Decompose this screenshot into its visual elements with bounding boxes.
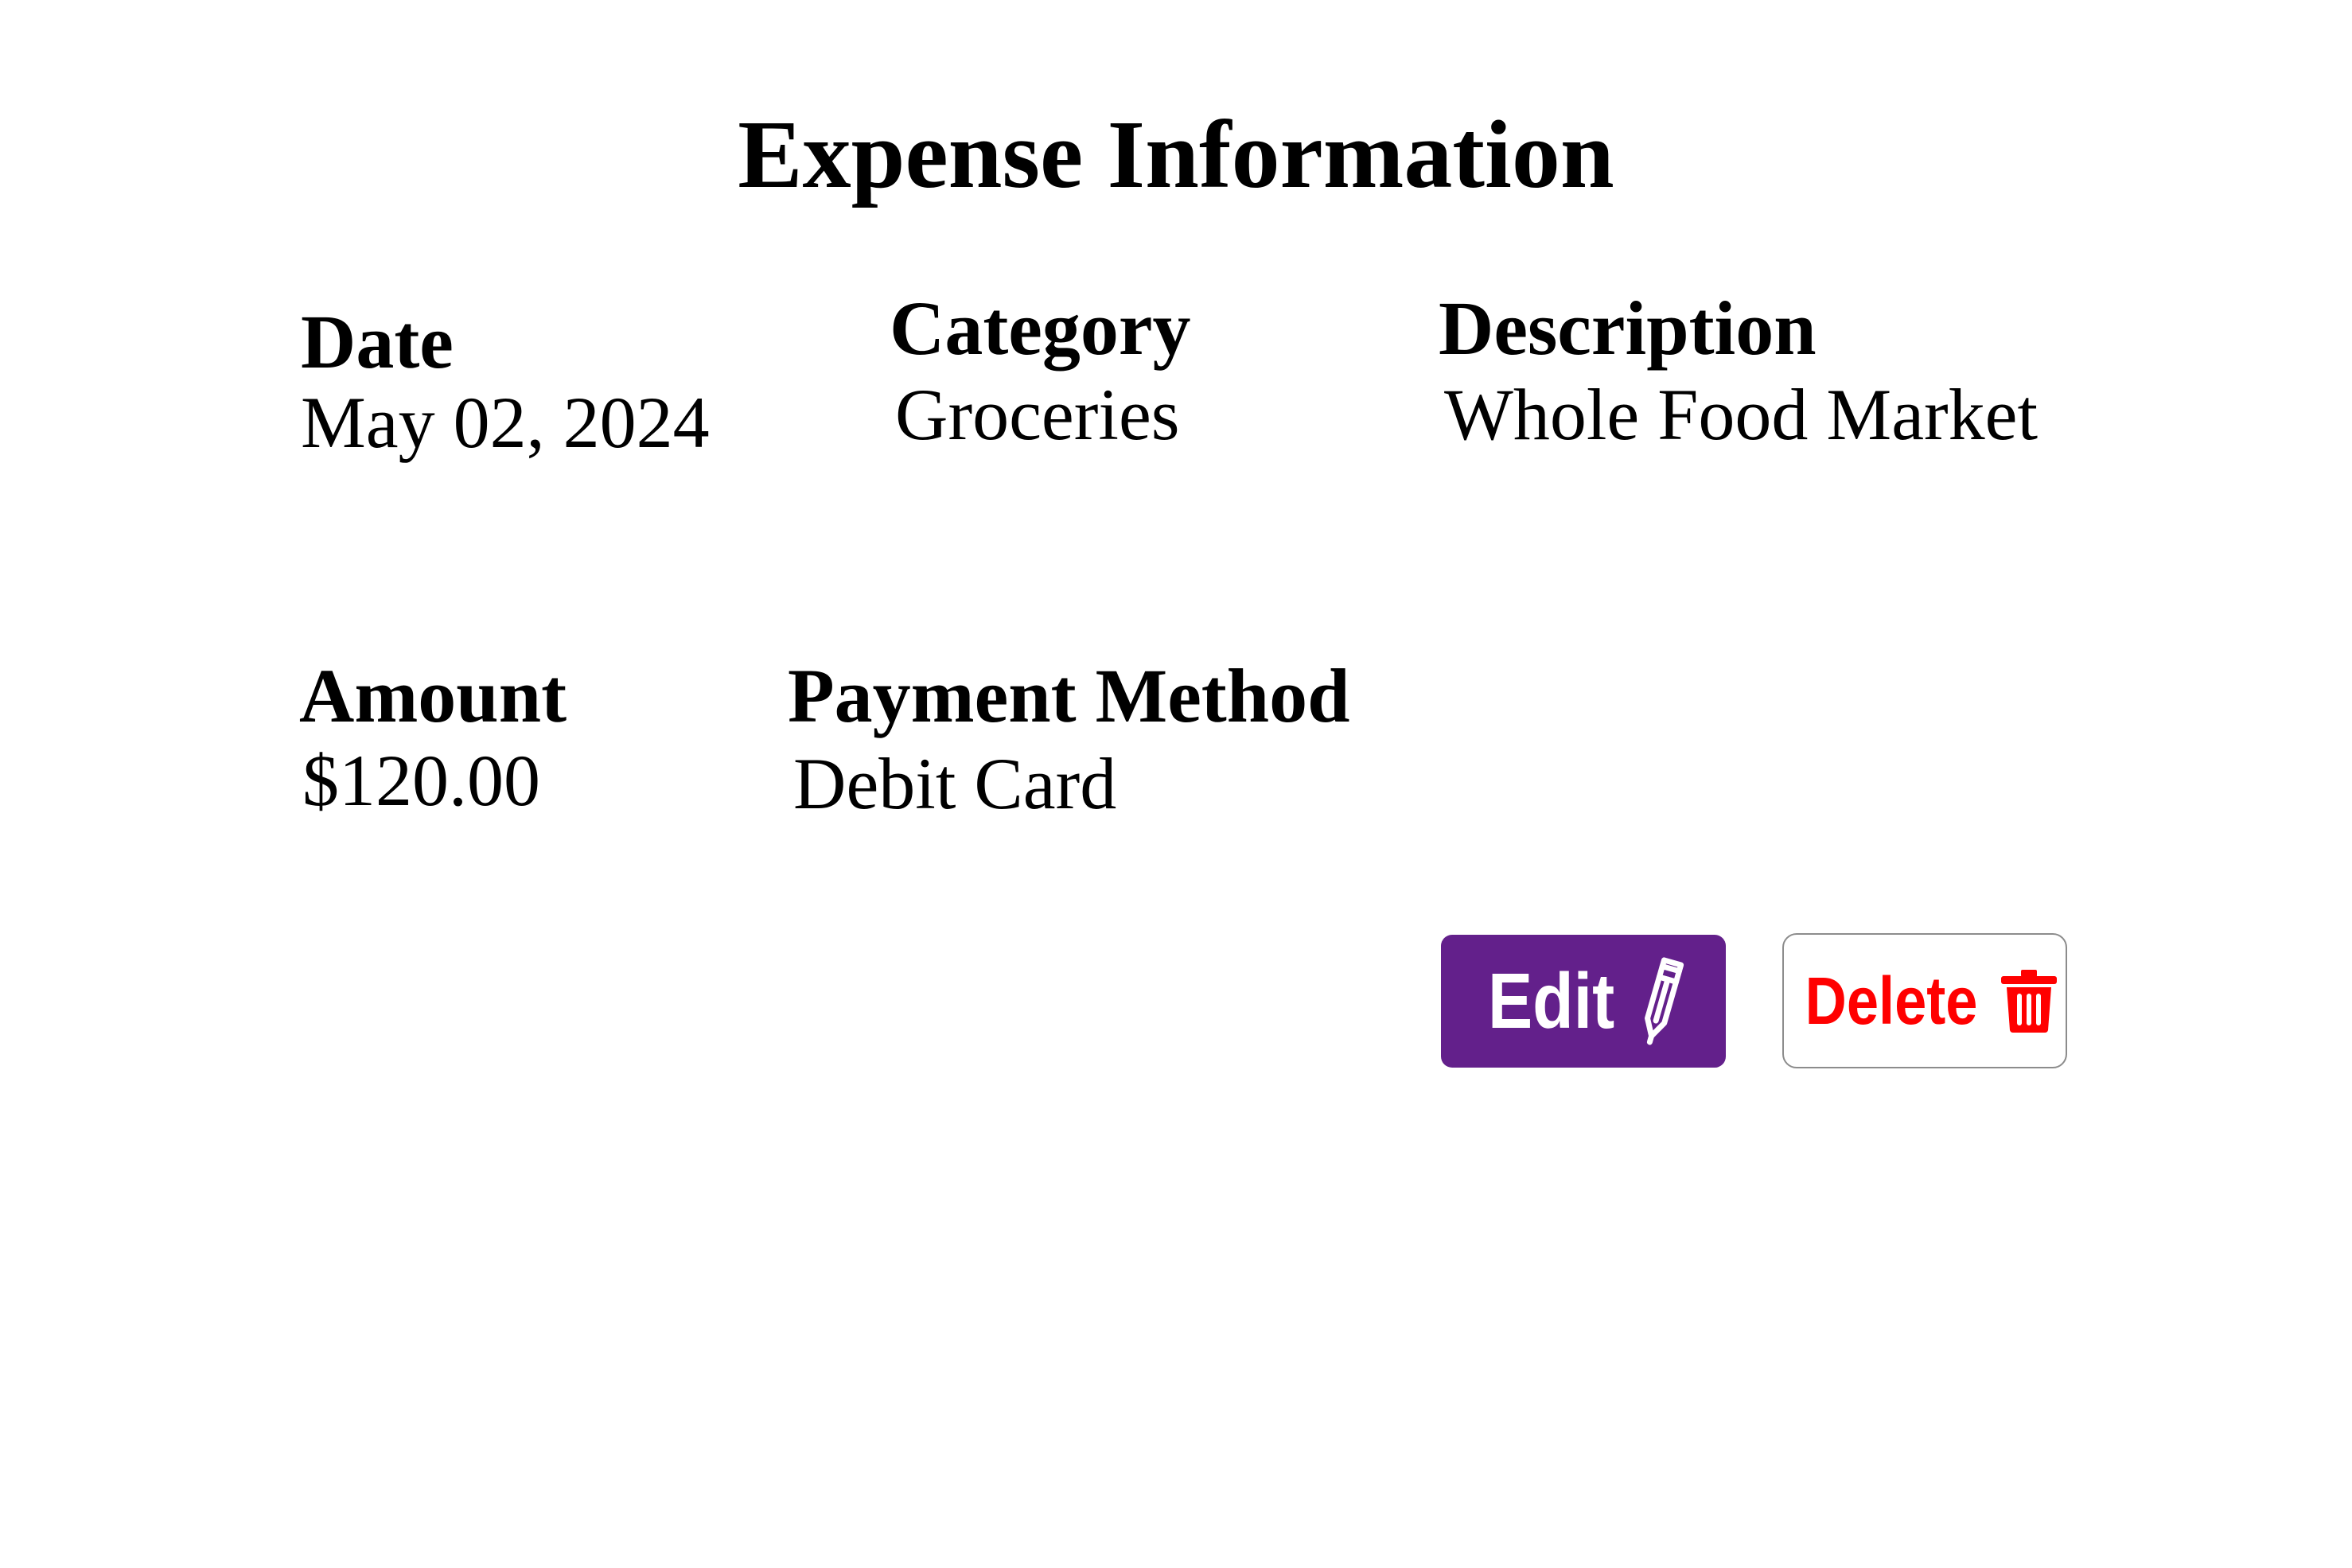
amount-label: Amount bbox=[299, 653, 567, 738]
edit-button[interactable]: Edit bbox=[1441, 935, 1726, 1068]
payment-method-value: Debit Card bbox=[793, 743, 1117, 824]
trash-icon bbox=[2000, 968, 2058, 1033]
delete-button-label: Delete bbox=[1805, 963, 1978, 1038]
description-value: Whole Food Market bbox=[1444, 374, 2039, 455]
delete-button[interactable]: Delete bbox=[1782, 933, 2067, 1068]
page-title: Expense Information bbox=[738, 101, 1614, 208]
date-label: Date bbox=[301, 299, 454, 384]
date-value: May 02, 2024 bbox=[301, 382, 710, 463]
pencil-icon bbox=[1634, 955, 1689, 1049]
description-label: Description bbox=[1439, 286, 1817, 371]
category-label: Category bbox=[890, 286, 1191, 371]
edit-button-label: Edit bbox=[1488, 957, 1615, 1045]
amount-value: $120.00 bbox=[302, 740, 540, 821]
category-value: Groceries bbox=[895, 374, 1180, 455]
payment-method-label: Payment Method bbox=[788, 653, 1350, 738]
